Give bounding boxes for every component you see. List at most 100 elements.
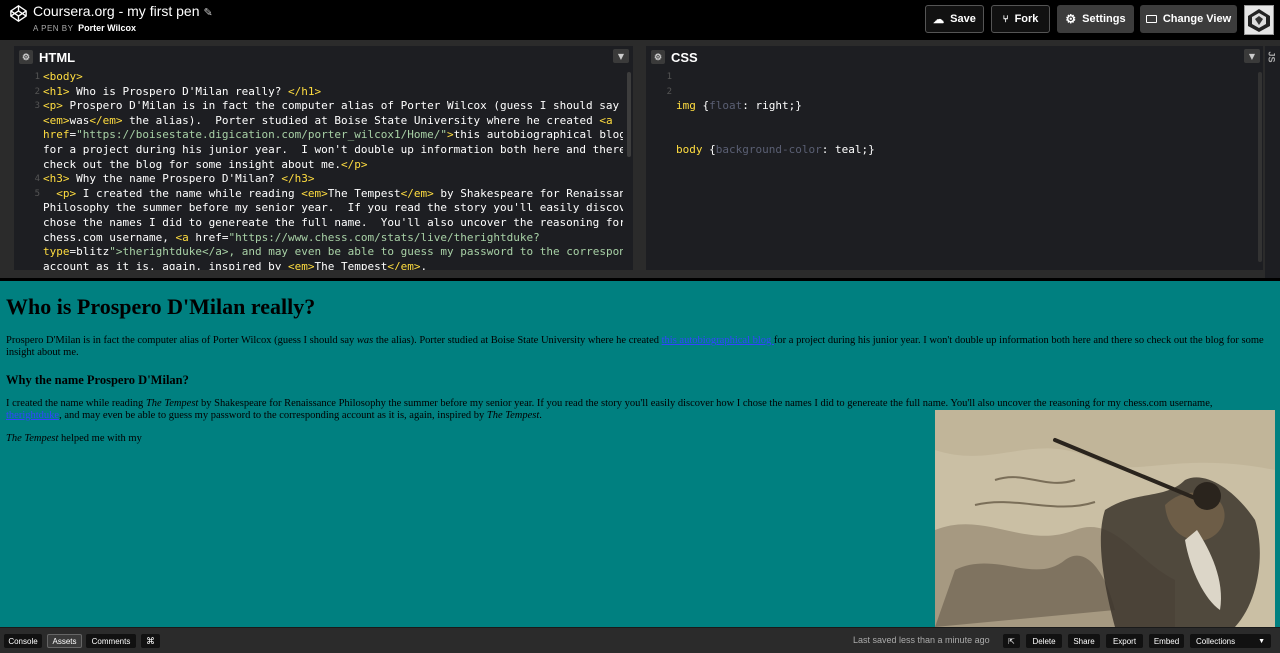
css-line-number: 2: [666, 86, 672, 97]
fork-icon: ⑂: [1002, 13, 1009, 25]
chevron-down-icon: ▼: [1258, 637, 1265, 645]
css-line-2: body {background-color: teal;}: [676, 142, 875, 156]
editor-area: ⚙ HTML ▼ 1 2 3 4 5 <body> <h1> Who is Prospe…: [0, 40, 1280, 278]
tempest-painting-image: [935, 410, 1275, 627]
external-link-icon[interactable]: ⇱: [1003, 634, 1020, 648]
tempest-illustration: [935, 410, 1275, 627]
css-editor-panel: ⚙ CSS ▼ 1 2 img {float: right;} body {ba…: [646, 46, 1263, 270]
chess-username-link[interactable]: therightduke: [6, 410, 59, 421]
save-status: Last saved less than a minute ago: [853, 635, 990, 645]
css-settings-gear-icon[interactable]: ⚙: [651, 50, 665, 64]
emphasis-text: The Tempest: [145, 398, 199, 409]
html-code-line: account as it is, again, inspired by <em…: [43, 259, 428, 270]
html-panel-title: HTML: [39, 49, 76, 65]
html-code-line: <h1> Who is Prospero D'Milan really? </h…: [43, 84, 322, 98]
html-code-line: for a project during his junior year. I …: [43, 142, 623, 156]
html-code-editor[interactable]: <body> <h1> Who is Prospero D'Milan reall…: [43, 70, 623, 270]
html-code-line: chess.com username, <a href="https://www…: [43, 230, 540, 244]
byline-prefix: A PEN BY: [33, 24, 74, 33]
export-button[interactable]: Export: [1106, 634, 1143, 648]
css-property: background-color: [715, 142, 822, 156]
assets-button[interactable]: Assets: [47, 634, 82, 648]
html-code-line: Philosophy the summer before my senior y…: [43, 201, 623, 215]
preview-paragraph-3: The Tempest helped me with my: [6, 433, 142, 444]
css-line-gutter: 1 2: [646, 70, 672, 99]
comments-button[interactable]: Comments: [86, 634, 136, 648]
html-line-number: [14, 216, 40, 231]
emphasis-text: was: [356, 335, 374, 346]
text-run: I created the name while reading: [6, 398, 146, 409]
html-line-number: 3: [34, 101, 40, 112]
html-code-line: <p> I created the name while reading <em…: [56, 186, 623, 200]
save-button[interactable]: ☁ Save: [925, 5, 984, 33]
text-run: .: [539, 410, 542, 421]
text-run: helped me with my: [58, 433, 142, 444]
collections-dropdown[interactable]: Collections ▼: [1190, 634, 1271, 648]
pen-title-text: Coursera.org - my first pen: [33, 3, 200, 19]
css-panel-title: CSS: [671, 49, 698, 65]
preview-heading-3: Why the name Prospero D'Milan?: [6, 373, 189, 387]
css-code-editor[interactable]: img {float: right;} body {background-col…: [676, 70, 1246, 270]
text-run: , and may even be able to guess my passw…: [59, 410, 487, 421]
embed-button[interactable]: Embed: [1149, 634, 1184, 648]
blog-link[interactable]: this autobiographical blog: [662, 335, 774, 346]
codepen-logo-icon[interactable]: [10, 5, 27, 22]
html-code-line: chose the names I did to genereate the f…: [43, 215, 623, 229]
html-panel-chevron-down-icon[interactable]: ▼: [613, 49, 629, 63]
html-line-number: [14, 158, 40, 173]
edit-pencil-icon[interactable]: ✎: [204, 7, 213, 19]
html-line-gutter: 1 2 3 4 5: [14, 70, 40, 274]
html-code-line: <p> Prospero D'Milan is in fact the comp…: [43, 99, 620, 113]
html-line-number: [14, 231, 40, 246]
html-line-number: [14, 128, 40, 143]
pen-byline: A PEN BY Porter Wilcox: [33, 23, 136, 33]
html-line-number: 2: [34, 86, 40, 97]
css-line-number: 1: [666, 72, 672, 82]
text-run: the alias). Porter studied at Boise Stat…: [373, 335, 662, 346]
css-panel-chevron-down-icon[interactable]: ▼: [1244, 49, 1260, 63]
html-editor-scrollbar[interactable]: [627, 72, 631, 157]
html-code-line: check out the blog for some insight abou…: [43, 157, 368, 171]
emphasis-text: The Tempest: [6, 433, 59, 444]
pen-title[interactable]: Coursera.org - my first pen ✎: [33, 3, 213, 19]
text-run: Prospero D'Milan is in fact the computer…: [6, 335, 357, 346]
html-line-number: 5: [34, 188, 40, 199]
save-label: Save: [950, 13, 976, 25]
html-settings-gear-icon[interactable]: ⚙: [19, 50, 33, 64]
user-avatar[interactable]: [1244, 5, 1274, 35]
html-line-number: [14, 260, 40, 275]
html-editor-panel: ⚙ HTML ▼ 1 2 3 4 5 <body> <h1> Who is Prospe…: [14, 46, 633, 270]
html-code-line: <body>: [43, 70, 83, 83]
js-panel-label: JS: [1266, 51, 1277, 63]
css-value: right: [755, 99, 789, 113]
settings-button[interactable]: ⚙ Settings: [1057, 5, 1134, 33]
change-view-button[interactable]: Change View: [1140, 5, 1237, 33]
preview-pane: Who is Prospero D'Milan really? Prospero…: [0, 281, 1280, 627]
preview-paragraph-2: I created the name while reading The Tem…: [6, 398, 1268, 422]
html-code-line: href="https://boisestate.digication.com/…: [43, 128, 623, 142]
css-selector: img: [676, 99, 696, 113]
console-button[interactable]: Console: [4, 634, 42, 648]
html-line-number: 1: [34, 72, 40, 82]
css-panel-header: ⚙ CSS: [646, 46, 1263, 68]
fork-button[interactable]: ⑂ Fork: [991, 5, 1050, 33]
html-code-line: <em>was</em> the alias). Porter studied …: [43, 113, 613, 127]
settings-label: Settings: [1082, 13, 1126, 25]
change-view-label: Change View: [1162, 13, 1232, 25]
share-button[interactable]: Share: [1068, 634, 1100, 648]
html-line-number: [14, 245, 40, 260]
html-panel-header: ⚙ HTML: [14, 46, 633, 68]
js-panel-collapsed[interactable]: [1265, 46, 1280, 278]
css-selector: body: [676, 142, 703, 156]
html-code-line: type=blitz">therightduke</a>, and may ev…: [43, 245, 623, 259]
keyboard-shortcuts-icon[interactable]: ⌘: [141, 634, 160, 648]
delete-button[interactable]: Delete: [1026, 634, 1062, 648]
avatar-graphic: [1245, 6, 1273, 34]
css-editor-scrollbar[interactable]: [1258, 72, 1262, 262]
layout-icon: [1145, 15, 1157, 23]
emphasis-text: The Tempest: [486, 410, 540, 421]
html-code-line: <h3> Why the name Prospero D'Milan? </h3…: [43, 172, 315, 186]
preview-paragraph-1: Prospero D'Milan is in fact the computer…: [6, 335, 1268, 359]
top-bar: Coursera.org - my first pen ✎ A PEN BY Po…: [0, 0, 1280, 40]
author-link[interactable]: Porter Wilcox: [78, 23, 136, 33]
